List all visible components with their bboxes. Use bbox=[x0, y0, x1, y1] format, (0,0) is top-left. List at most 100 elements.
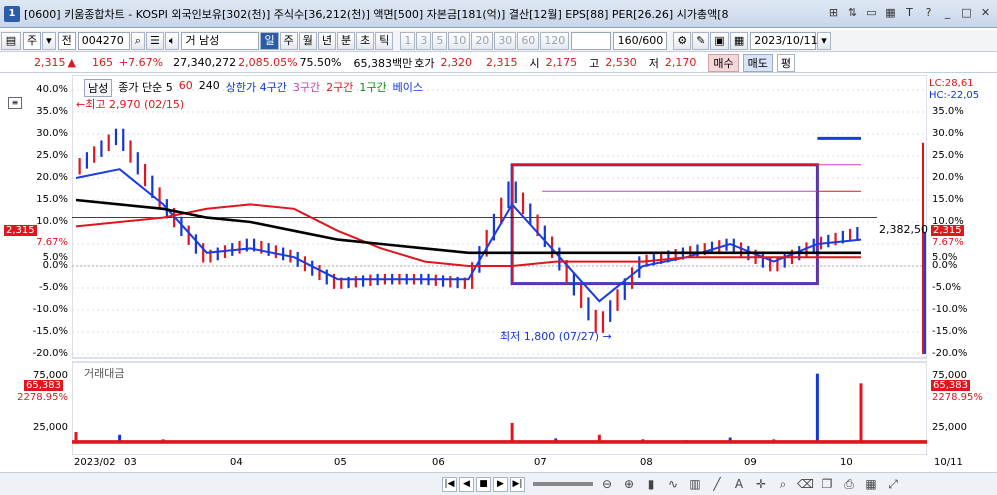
chart-navigation-bar: |◀ ◀ ■ ▶ ▶| ⊖ ⊕ ▮ ∿ ▥ ╱ A ✛ ⌕ ⌫ ❐ ⎙ ▦ ⤢ bbox=[0, 472, 997, 495]
up-arrow-icon: ▲ bbox=[67, 56, 76, 69]
list-icon[interactable]: ☰ bbox=[145, 31, 164, 50]
candle-icon[interactable]: ▮ bbox=[643, 476, 659, 492]
stock-code-input[interactable]: 004270 bbox=[77, 31, 130, 50]
calendar-picker-icon[interactable]: ▾ bbox=[817, 31, 831, 50]
interval-5[interactable]: 5 bbox=[432, 31, 448, 50]
date-tick: 03 bbox=[124, 457, 137, 468]
level-annotation: 2,382,50 bbox=[879, 223, 928, 236]
date-tick: 08 bbox=[640, 457, 653, 468]
stop-icon[interactable]: ■ bbox=[476, 476, 491, 492]
first-icon[interactable]: |◀ bbox=[442, 476, 457, 492]
chart-settings-icon[interactable]: ≡ bbox=[8, 97, 22, 109]
minimize-icon[interactable]: _ bbox=[940, 5, 955, 20]
next-icon[interactable]: ▶ bbox=[493, 476, 508, 492]
axis-tick: 0.0% bbox=[932, 260, 958, 271]
tab-week[interactable]: 주 bbox=[279, 31, 298, 50]
zoom-slider[interactable] bbox=[533, 482, 593, 486]
axis-tick: 30.0% bbox=[932, 128, 964, 139]
legend-close-ma5: 종가 단순 5 bbox=[118, 81, 173, 94]
text-icon[interactable]: T bbox=[902, 5, 917, 20]
volume-panel-title: 거래대금 bbox=[84, 367, 125, 380]
tab-year[interactable]: 년 bbox=[317, 31, 336, 50]
zoom-in-icon[interactable]: ⊕ bbox=[621, 476, 637, 492]
speaker-icon[interactable]: 🔈︎ bbox=[164, 31, 180, 50]
average-button[interactable]: 평 bbox=[776, 53, 795, 72]
tab-day[interactable]: 일 bbox=[260, 31, 279, 50]
draw-icon[interactable]: ✎ bbox=[692, 31, 710, 50]
save-icon[interactable]: ▣ bbox=[710, 31, 729, 50]
axis-tick: 10.0% bbox=[36, 216, 68, 227]
date-tick: 07 bbox=[534, 457, 547, 468]
interval-custom-input[interactable] bbox=[571, 31, 612, 50]
magnifier-icon[interactable]: ⌕ bbox=[775, 476, 791, 492]
copy-icon[interactable]: ❐ bbox=[819, 476, 835, 492]
interval-20[interactable]: 20 bbox=[471, 31, 494, 50]
window-controls: ⊞ ⇅ ▭ ▦ T ? _ □ ✕ bbox=[826, 5, 993, 20]
tile-icon[interactable]: ▦ bbox=[883, 5, 898, 20]
legend-stock-name[interactable]: 남성 bbox=[84, 79, 113, 97]
calendar-icon[interactable]: ▦ bbox=[729, 31, 749, 50]
axis-tick: 15.0% bbox=[36, 194, 68, 205]
maximize-icon[interactable]: □ bbox=[959, 5, 974, 20]
period-select[interactable]: 전 bbox=[57, 31, 76, 50]
market-select[interactable]: 주 bbox=[23, 31, 42, 50]
interval-120[interactable]: 120 bbox=[540, 31, 570, 50]
grid-view-icon[interactable]: ▦ bbox=[863, 476, 879, 492]
line-icon[interactable]: ∿ bbox=[665, 476, 681, 492]
bar-icon[interactable]: ▥ bbox=[687, 476, 703, 492]
grid-icon[interactable]: ▤ bbox=[1, 31, 21, 50]
buy-button[interactable]: 매수 bbox=[708, 53, 739, 72]
low-label: 저 bbox=[648, 56, 659, 70]
date-tick: 06 bbox=[432, 457, 445, 468]
tab-month[interactable]: 월 bbox=[298, 31, 317, 50]
tab-minute[interactable]: 분 bbox=[336, 31, 356, 50]
eraser-icon[interactable]: ⌫ bbox=[797, 476, 814, 492]
interval-60[interactable]: 60 bbox=[517, 31, 540, 50]
axis-tick: -10.0% bbox=[932, 304, 968, 315]
axis-tick: -20.0% bbox=[932, 348, 968, 359]
price-chart[interactable] bbox=[72, 75, 927, 455]
axis-tick: 30.0% bbox=[36, 128, 68, 139]
settings-icon[interactable]: ⚙ bbox=[673, 31, 692, 50]
close-icon[interactable]: ✕ bbox=[978, 5, 993, 20]
legend-base: 베이스 bbox=[392, 81, 423, 94]
interval-30[interactable]: 30 bbox=[494, 31, 517, 50]
zoom-out-icon[interactable]: ⊖ bbox=[599, 476, 615, 492]
axis-tick: 0.0% bbox=[42, 260, 68, 271]
price-change: 165 bbox=[91, 56, 113, 69]
axis-tick: 35.0% bbox=[36, 106, 68, 117]
left-price-axis: ≡ 40.0% 35.0% 30.0% 25.0% 20.0% 15.0% 10… bbox=[0, 75, 72, 455]
interval-3[interactable]: 3 bbox=[416, 31, 432, 50]
layout-icon[interactable]: ▭ bbox=[864, 5, 879, 20]
text-tool-icon[interactable]: A bbox=[731, 476, 747, 492]
volume-bar bbox=[859, 383, 863, 443]
axis-tick: 20.0% bbox=[36, 172, 68, 183]
data-count-input[interactable]: 160/600 bbox=[613, 31, 668, 50]
print-icon[interactable]: ⎙ bbox=[841, 476, 857, 492]
sell-button[interactable]: 매도 bbox=[742, 53, 773, 72]
legend-zone3: 3구간 bbox=[292, 81, 321, 94]
help-icon[interactable]: ? bbox=[921, 5, 936, 20]
chevron-down-icon[interactable]: ▾ bbox=[42, 31, 56, 50]
draw-line-icon[interactable]: ╱ bbox=[709, 476, 725, 492]
expand-icon[interactable]: ⤢ bbox=[885, 476, 901, 492]
search-icon[interactable]: ⌕ bbox=[130, 31, 145, 50]
low-annotation: 최저 1,800 (07/27) → bbox=[500, 330, 612, 343]
interval-1[interactable]: 1 bbox=[400, 31, 416, 50]
volume-bar bbox=[815, 373, 819, 443]
last-icon[interactable]: ▶| bbox=[510, 476, 525, 492]
axis-tick: -10.0% bbox=[32, 304, 68, 315]
volume-tag-right: 65,383 bbox=[931, 380, 970, 391]
window-number-badge: 1 bbox=[4, 5, 20, 22]
interval-10[interactable]: 10 bbox=[448, 31, 471, 50]
volume-value: 27,340,272 bbox=[173, 56, 237, 69]
title-bar: 1 [0600] 키움종합차트 - KOSPI 외국인보유[302(천)] 주식… bbox=[0, 0, 997, 28]
prev-icon[interactable]: ◀ bbox=[459, 476, 474, 492]
sort-icon[interactable]: ⇅ bbox=[845, 5, 860, 20]
date-input[interactable]: 2023/10/11 bbox=[750, 31, 818, 50]
axis-tick: -15.0% bbox=[32, 326, 68, 337]
pin-icon[interactable]: ⊞ bbox=[826, 5, 841, 20]
crosshair-icon[interactable]: ✛ bbox=[753, 476, 769, 492]
tab-second[interactable]: 초 bbox=[356, 31, 375, 50]
tab-tick[interactable]: 틱 bbox=[375, 31, 394, 50]
